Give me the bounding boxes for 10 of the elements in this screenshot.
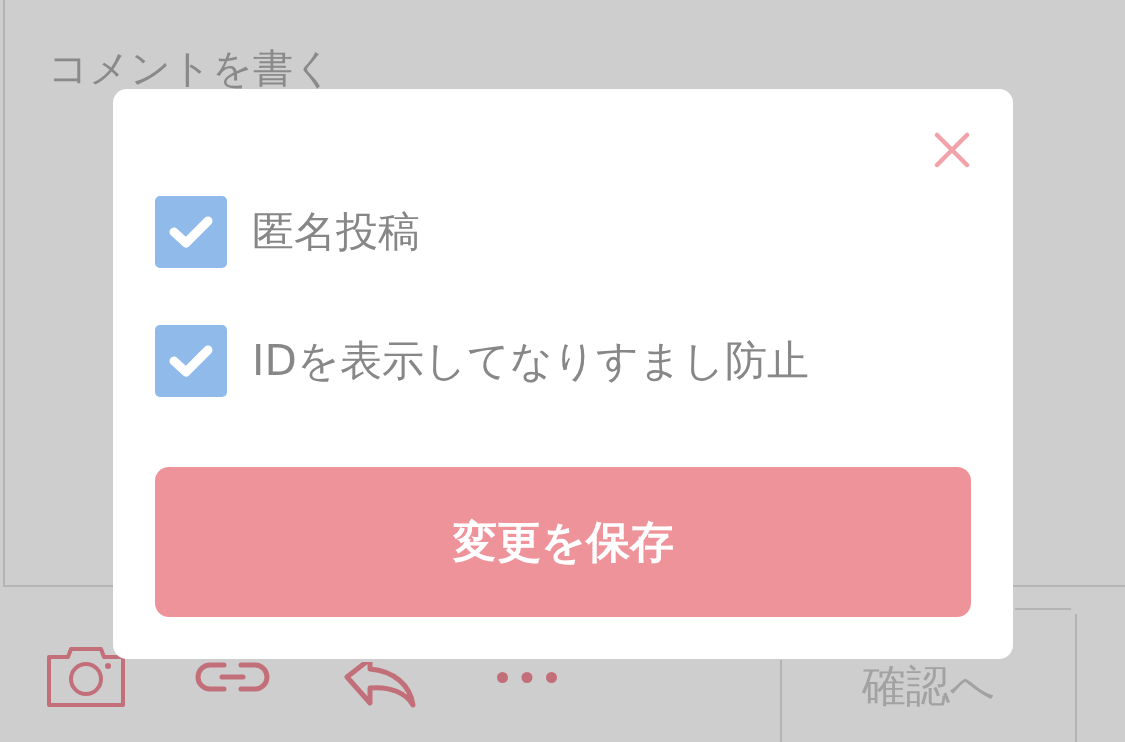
more-icon[interactable]: [495, 670, 558, 684]
option-label: 匿名投稿: [252, 206, 420, 258]
camera-icon[interactable]: [45, 646, 126, 708]
link-icon[interactable]: [194, 662, 271, 692]
close-icon[interactable]: [934, 132, 970, 168]
reply-icon[interactable]: [343, 662, 416, 708]
checkbox[interactable]: [155, 325, 227, 397]
option-label: IDを表示してなりすまし防止: [252, 335, 809, 387]
checkbox[interactable]: [155, 196, 227, 268]
save-button[interactable]: 変更を保存: [155, 467, 971, 617]
